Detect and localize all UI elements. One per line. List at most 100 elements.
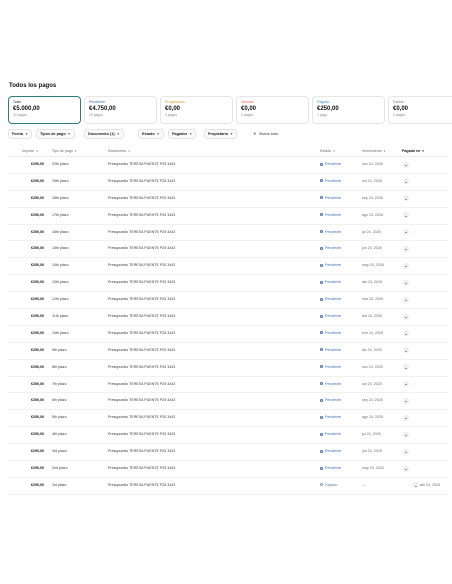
- document-cell[interactable]: Presupuesto TERESA PUENTE P25 3443: [108, 382, 175, 386]
- document-cell[interactable]: Presupuesto TERESA PUENTE P25 3443: [108, 432, 175, 436]
- document-cell[interactable]: Presupuesto TERESA PUENTE P25 3443: [108, 483, 175, 487]
- col-due[interactable]: Vencimiento ▾: [362, 149, 385, 153]
- document-cell[interactable]: Presupuesto TERESA PUENTE P25 3443: [108, 179, 175, 183]
- kind-cell: 6th plazo: [52, 398, 67, 403]
- document-cell[interactable]: Presupuesto TERESA PUENTE P25 3443: [108, 365, 175, 369]
- table-row[interactable]: €250,00 2nd plazo Presupuesto TERESA PUENT…: [8, 461, 448, 478]
- document-cell[interactable]: Presupuesto TERESA PUENTE P25 3443: [108, 213, 175, 217]
- row-action-icon[interactable]: [403, 245, 409, 252]
- table-row[interactable]: €250,00 1st plazo Presupuesto TERESA PUENT…: [8, 478, 448, 495]
- col-status[interactable]: Estado ▾: [320, 149, 335, 153]
- table-row[interactable]: €250,00 9th plazo Presupuesto TERESA PUENT…: [8, 343, 448, 360]
- row-action-icon[interactable]: [403, 431, 409, 438]
- table-row[interactable]: €250,00 4th plazo Presupuesto TERESA PUENT…: [8, 427, 448, 445]
- row-action-icon[interactable]: [403, 161, 409, 168]
- summary-card-3[interactable]: Vencido €0,00 0 pagos: [236, 96, 309, 124]
- summary-card-2[interactable]: Programado €0,00 0 pagos: [160, 96, 233, 124]
- row-action-icon[interactable]: [403, 313, 409, 320]
- row-action-icon[interactable]: [403, 330, 409, 337]
- row-action-icon[interactable]: [403, 262, 409, 269]
- document-cell[interactable]: Presupuesto TERESA PUENTE P25 3443: [108, 415, 175, 419]
- status-label: Pendiente: [325, 347, 342, 352]
- table-row[interactable]: €250,00 6th plazo Presupuesto TERESA PUENT…: [8, 393, 448, 411]
- filter-chip-0[interactable]: Fecha ▼: [8, 129, 32, 139]
- summary-card-label: Fallido: [393, 100, 404, 104]
- document-cell[interactable]: Presupuesto TERESA PUENTE P25 3443: [108, 297, 175, 301]
- row-action-icon[interactable]: [403, 414, 409, 421]
- due-date-cell: oct 24, 2026: [362, 178, 382, 183]
- sort-icon: ▾: [383, 149, 386, 153]
- document-cell[interactable]: Presupuesto TERESA PUENTE P25 3443: [108, 449, 175, 453]
- row-action-icon[interactable]: [403, 296, 409, 303]
- status-dot-icon: [320, 483, 323, 487]
- row-action-icon[interactable]: [403, 381, 409, 388]
- table-row[interactable]: €250,00 10th plazo Presupuesto TERESA PUEN…: [8, 326, 448, 343]
- row-action-icon[interactable]: [413, 482, 419, 489]
- status-dot-icon: [320, 348, 323, 352]
- table-row[interactable]: €250,00 19th plazo Presupuesto TERESA PUEN…: [8, 174, 448, 191]
- filter-chip-2[interactable]: Documento (1) ▼: [84, 129, 124, 139]
- summary-card-1[interactable]: Pendiente €4.750,00 19 pagos: [84, 96, 157, 124]
- document-cell[interactable]: Presupuesto TERESA PUENTE P25 3443: [108, 263, 175, 267]
- filter-chip-5[interactable]: Propietario ▼: [204, 129, 238, 139]
- table-row[interactable]: €250,00 20th plazo Presupuesto TERESA PUEN…: [8, 157, 448, 174]
- table-row[interactable]: €250,00 16th plazo Presupuesto TERESA PUEN…: [8, 225, 448, 242]
- table-row[interactable]: €250,00 15th plazo Presupuesto TERESA PUEN…: [8, 241, 448, 259]
- status-dot-icon: [320, 179, 323, 183]
- col-doc[interactable]: Documento ▾: [108, 149, 130, 153]
- table-row[interactable]: €250,00 13th plazo Presupuesto TERESA PUEN…: [8, 275, 448, 293]
- document-cell[interactable]: Presupuesto TERESA PUENTE P25 3443: [108, 246, 175, 250]
- document-cell[interactable]: Presupuesto TERESA PUENTE P25 3443: [108, 348, 175, 352]
- summary-card-4[interactable]: Pagado €250,00 1 pago: [312, 96, 385, 124]
- document-cell[interactable]: Presupuesto TERESA PUENTE P25 3443: [108, 398, 175, 402]
- document-cell[interactable]: Presupuesto TERESA PUENTE P25 3443: [108, 331, 175, 335]
- col-kind[interactable]: Tipo de pago ▾: [52, 149, 76, 153]
- row-action-icon[interactable]: [403, 279, 409, 286]
- document-cell[interactable]: Presupuesto TERESA PUENTE P25 3443: [108, 280, 175, 284]
- table-row[interactable]: €250,00 7th plazo Presupuesto TERESA PUENT…: [8, 377, 448, 394]
- table-row[interactable]: €250,00 11th plazo Presupuesto TERESA PUEN…: [8, 309, 448, 326]
- table-row[interactable]: €250,00 3rd plazo Presupuesto TERESA PUENT…: [8, 444, 448, 462]
- row-action-icon[interactable]: [403, 229, 409, 236]
- status-label: Pendiente: [325, 415, 342, 420]
- payments-page: Todos los pagos Total €5.000,00 20 pagos Pe…: [0, 0, 452, 584]
- due-date-cell: may 24, 2025: [362, 466, 384, 471]
- summary-card-5[interactable]: Fallido €0,00 0 pagos: [388, 96, 452, 124]
- table-row[interactable]: €250,00 18th plazo Presupuesto TERESA PUEN…: [8, 191, 448, 208]
- table-row[interactable]: €250,00 17th plazo Presupuesto TERESA PUEN…: [8, 208, 448, 225]
- document-cell[interactable]: Presupuesto TERESA PUENTE P25 3443: [108, 466, 175, 470]
- row-action-icon[interactable]: [403, 364, 409, 371]
- clear-all-button[interactable]: ✕ Borrar todo: [253, 129, 278, 139]
- col-paid[interactable]: Pagado en ▾: [402, 149, 424, 153]
- summary-card-0[interactable]: Total €5.000,00 20 pagos: [8, 96, 81, 124]
- amount-cell: €250,00: [31, 364, 44, 369]
- table-row[interactable]: €250,00 5th plazo Presupuesto TERESA PUENT…: [8, 410, 448, 428]
- document-cell[interactable]: Presupuesto TERESA PUENTE P25 3443: [108, 230, 175, 234]
- filter-chip-4[interactable]: Pagador ▼: [168, 129, 197, 139]
- status-label: Pendiente: [325, 381, 342, 386]
- row-action-icon[interactable]: [403, 448, 409, 455]
- row-action-icon[interactable]: [403, 178, 409, 185]
- col-amount[interactable]: Importe ▾: [22, 149, 38, 153]
- summary-card-label: Pagado: [317, 100, 330, 104]
- row-action-icon[interactable]: [403, 347, 409, 354]
- document-cell[interactable]: Presupuesto TERESA PUENTE P25 3443: [108, 314, 175, 318]
- row-action-icon[interactable]: [403, 195, 409, 202]
- table-row[interactable]: €250,00 8th plazo Presupuesto TERESA PUENT…: [8, 360, 448, 377]
- filter-chip-3[interactable]: Estado ▼: [138, 129, 164, 139]
- kind-cell: 13th plazo: [52, 280, 69, 285]
- row-action-icon[interactable]: [403, 212, 409, 219]
- document-cell[interactable]: Presupuesto TERESA PUENTE P25 3443: [108, 162, 175, 166]
- kind-cell: 14th plazo: [52, 263, 69, 268]
- table-row[interactable]: €250,00 12th plazo Presupuesto TERESA PUEN…: [8, 292, 448, 310]
- filter-chip-1[interactable]: Tipos de pago ▼: [36, 129, 75, 139]
- status-badge: Pendiente: [320, 196, 341, 200]
- status-label: Pagado: [325, 482, 338, 487]
- kind-cell: 1st plazo: [52, 482, 67, 487]
- document-cell[interactable]: Presupuesto TERESA PUENTE P25 3443: [108, 196, 175, 200]
- table-row[interactable]: €250,00 14th plazo Presupuesto TERESA PUEN…: [8, 258, 448, 276]
- row-action-icon[interactable]: [403, 397, 409, 404]
- due-date-cell: dic 24, 2025: [362, 347, 382, 352]
- row-action-icon[interactable]: [403, 465, 409, 472]
- summary-card-amount: €0,00: [241, 106, 257, 112]
